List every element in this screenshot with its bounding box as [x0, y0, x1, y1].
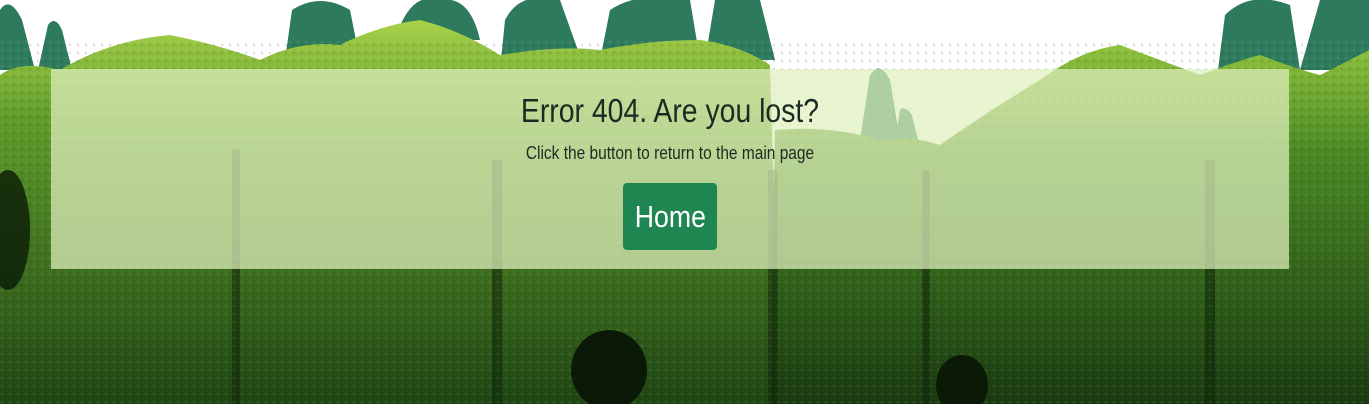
error-message: Click the button to return to the main p…: [525, 143, 815, 163]
error-title: Error 404. Are you lost?: [520, 92, 820, 129]
home-button-label: Home: [634, 198, 706, 234]
home-button[interactable]: Home: [623, 183, 717, 250]
error-panel: Error 404. Are you lost? Click the butto…: [51, 69, 1289, 269]
